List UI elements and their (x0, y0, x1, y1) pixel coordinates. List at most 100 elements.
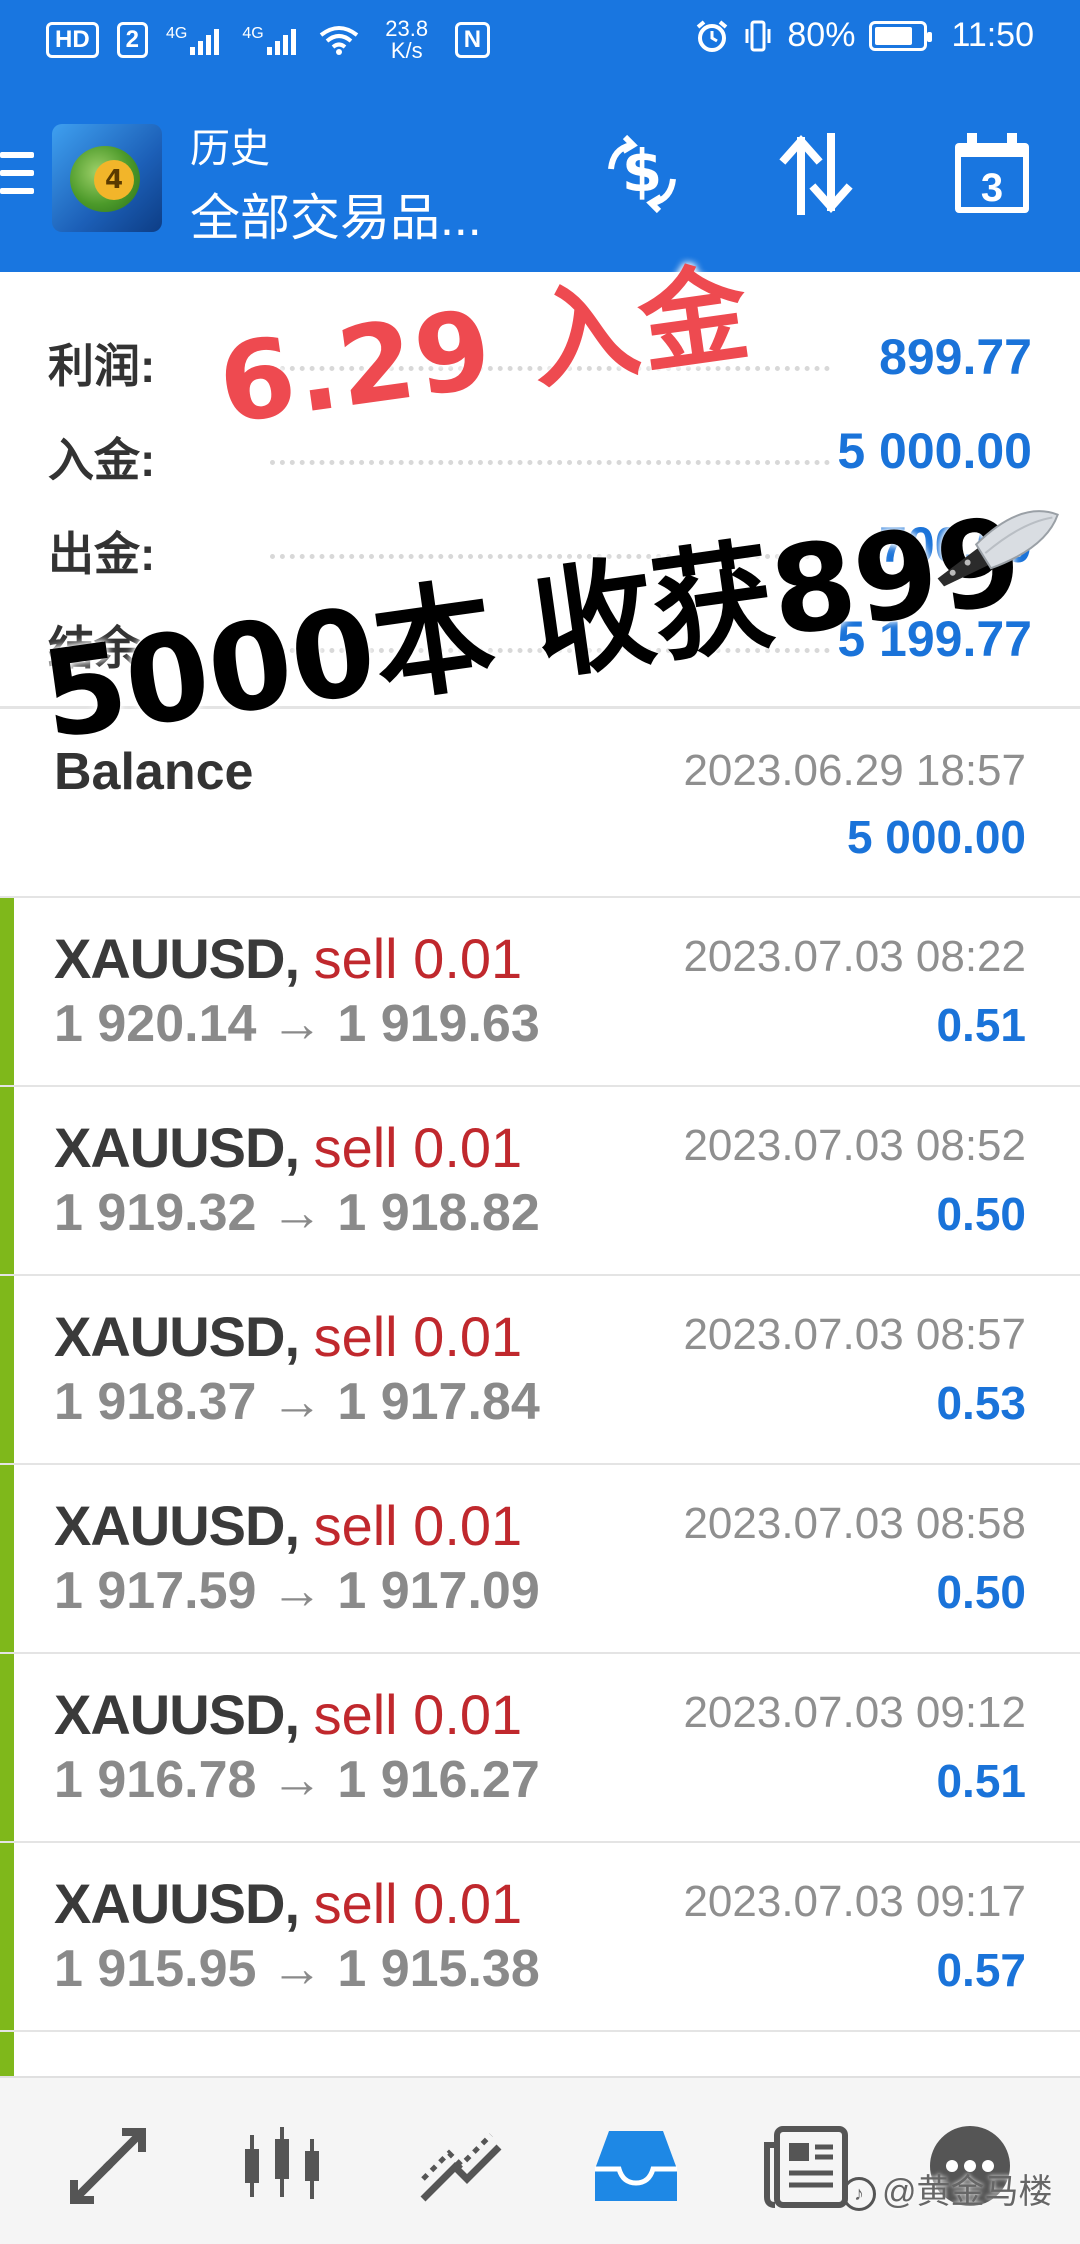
trade-row[interactable]: XAUUSD, sell 0.01 1 915.95 → 1 915.38 2023… (0, 1843, 1080, 2031)
symbol-comma: , (284, 1872, 300, 1935)
top-bar: HD 2 4G 4G 23.8 K/s N 80% 11:50 4 历史 全部交… (0, 0, 1080, 272)
signal-icon-2: 4G (242, 25, 300, 55)
trade-side-bar (0, 1087, 14, 1275)
menu-icon[interactable] (0, 152, 34, 198)
nav-trade[interactable] (410, 2116, 510, 2216)
trade-row[interactable]: XAUUSD, sell 0.01 1 917.59 → 1 917.09 2023… (0, 1465, 1080, 1653)
alarm-icon (697, 19, 728, 52)
watermark: ♪ @黄金马楼 (842, 2164, 1053, 2213)
close-price: 1 919.63 (337, 995, 540, 1053)
symbol-comma: , (284, 1494, 300, 1557)
open-price: 1 920.14 (54, 995, 257, 1053)
close-price: 1 918.82 (337, 1184, 540, 1242)
sort-button[interactable] (766, 124, 866, 224)
trade-symbol: XAUUSD, sell 0.01 (54, 1304, 522, 1369)
close-price: 1 916.27 (337, 1751, 540, 1809)
hd-indicator: HD (46, 22, 99, 58)
signal-bars-icon (190, 29, 220, 55)
battery-level (875, 26, 913, 45)
trade-time: 2023.07.03 08:58 (683, 1499, 1026, 1548)
trade-profit: 0.51 (936, 1755, 1026, 1807)
net-speed-unit: K/s (390, 38, 423, 63)
trade-side-bar (0, 1465, 14, 1653)
symbol-comma: , (284, 1683, 300, 1746)
status-right: 80% 11:50 (695, 16, 1034, 55)
trade-time: 2023.07.03 08:57 (683, 1310, 1026, 1359)
screen: HD 2 4G 4G 23.8 K/s N 80% 11:50 4 历史 全部交… (0, 0, 1080, 2244)
trade-row-partial[interactable] (0, 2032, 1080, 2076)
trade-row[interactable]: XAUUSD, sell 0.01 1 918.37 → 1 917.84 2023… (0, 1276, 1080, 1464)
trade-symbol: XAUUSD, sell 0.01 (54, 1493, 522, 1558)
trade-row[interactable]: XAUUSD, sell 0.01 1 916.78 → 1 916.27 2023… (0, 1654, 1080, 1842)
trade-prices: 1 919.32 → 1 918.82 (54, 1183, 540, 1243)
arrow-icon: → (270, 1373, 323, 1431)
trade-time: 2023.07.03 08:52 (683, 1121, 1026, 1170)
symbol-comma: , (284, 927, 300, 990)
trade-row[interactable]: XAUUSD, sell 0.01 1 920.14 → 1 919.63 2023… (0, 898, 1080, 1086)
arrow-icon: → (270, 1562, 323, 1620)
trade-side: sell 0.01 (313, 927, 523, 990)
symbol-name: XAUUSD (54, 1683, 285, 1746)
arrow-icon: → (270, 1940, 323, 1998)
trade-side-bar (0, 1843, 14, 2031)
summary-label: 出金: (48, 528, 156, 580)
close-price: 1 917.84 (337, 1373, 540, 1431)
trade-side-bar (0, 1276, 14, 1464)
trade-symbol: XAUUSD, sell 0.01 (54, 926, 522, 991)
symbol-name: XAUUSD (54, 1305, 285, 1368)
clock: 11:50 (951, 16, 1034, 54)
wifi-icon (319, 26, 358, 55)
symbol-name: XAUUSD (54, 1116, 285, 1179)
calendar-icon: 3 (955, 133, 1029, 213)
arrow-icon: → (270, 995, 323, 1053)
nav-history[interactable] (586, 2116, 686, 2216)
trade-row[interactable]: XAUUSD, sell 0.01 1 919.32 → 1 918.82 2023… (0, 1087, 1080, 1275)
battery-percent: 80% (787, 16, 856, 54)
news-icon (764, 2126, 848, 2208)
balance-time: 2023.06.29 18:57 (683, 746, 1026, 795)
symbol-name: XAUUSD (54, 1872, 285, 1935)
trade-icon (420, 2133, 502, 2202)
arrow-icon: → (270, 1751, 323, 1809)
net1-label: 4G (166, 25, 188, 42)
summary-value: 899.77 (879, 329, 1032, 385)
trade-symbol: XAUUSD, sell 0.01 (54, 1682, 522, 1747)
trade-time: 2023.07.03 09:17 (683, 1877, 1026, 1926)
page-title: 历史 (190, 127, 270, 171)
trade-symbol: XAUUSD, sell 0.01 (54, 1871, 522, 1936)
nav-chart[interactable] (232, 2116, 332, 2216)
open-price: 1 915.95 (54, 1940, 257, 1998)
app-logo: 4 (52, 124, 162, 232)
trade-profit: 0.51 (936, 999, 1026, 1051)
net-speed: 23.8 K/s (377, 18, 437, 62)
deposit-filter-button[interactable]: $ (592, 124, 692, 224)
trade-symbol: XAUUSD, sell 0.01 (54, 1115, 522, 1180)
status-bar: HD 2 4G 4G 23.8 K/s N 80% 11:50 (0, 0, 1080, 84)
symbol-name: XAUUSD (54, 927, 285, 990)
calendar-button[interactable]: 3 (942, 124, 1042, 224)
history-icon (595, 2131, 677, 2201)
trade-side: sell 0.01 (313, 1683, 523, 1746)
symbol-filter[interactable]: 全部交易品... (190, 178, 482, 250)
symbol-comma: , (284, 1116, 300, 1179)
open-price: 1 917.59 (54, 1562, 257, 1620)
summary-label: 利润: (48, 340, 156, 392)
balance-value: 5 000.00 (846, 811, 1026, 863)
trade-time: 2023.07.03 08:22 (683, 932, 1026, 981)
watermark-text: @黄金马楼 (882, 2173, 1053, 2211)
trade-side-bar (0, 1654, 14, 1842)
open-price: 1 916.78 (54, 1751, 257, 1809)
nav-quotes[interactable] (58, 2116, 158, 2216)
trade-prices: 1 917.59 → 1 917.09 (54, 1561, 540, 1621)
arrow-icon: → (270, 1184, 323, 1242)
battery-icon (869, 20, 933, 51)
nav-news[interactable] (756, 2116, 856, 2216)
trade-side-bar (0, 898, 14, 1086)
symbol-name: XAUUSD (54, 1494, 285, 1557)
trade-prices: 1 915.95 → 1 915.38 (54, 1939, 540, 1999)
watermark-logo-icon: ♪ (842, 2177, 876, 2212)
trade-profit: 0.50 (936, 1566, 1026, 1618)
app-bar: 4 历史 全部交易品... $ 3 (0, 84, 1080, 272)
app-logo-digit: 4 (94, 160, 134, 200)
trade-prices: 1 916.78 → 1 916.27 (54, 1750, 540, 1810)
